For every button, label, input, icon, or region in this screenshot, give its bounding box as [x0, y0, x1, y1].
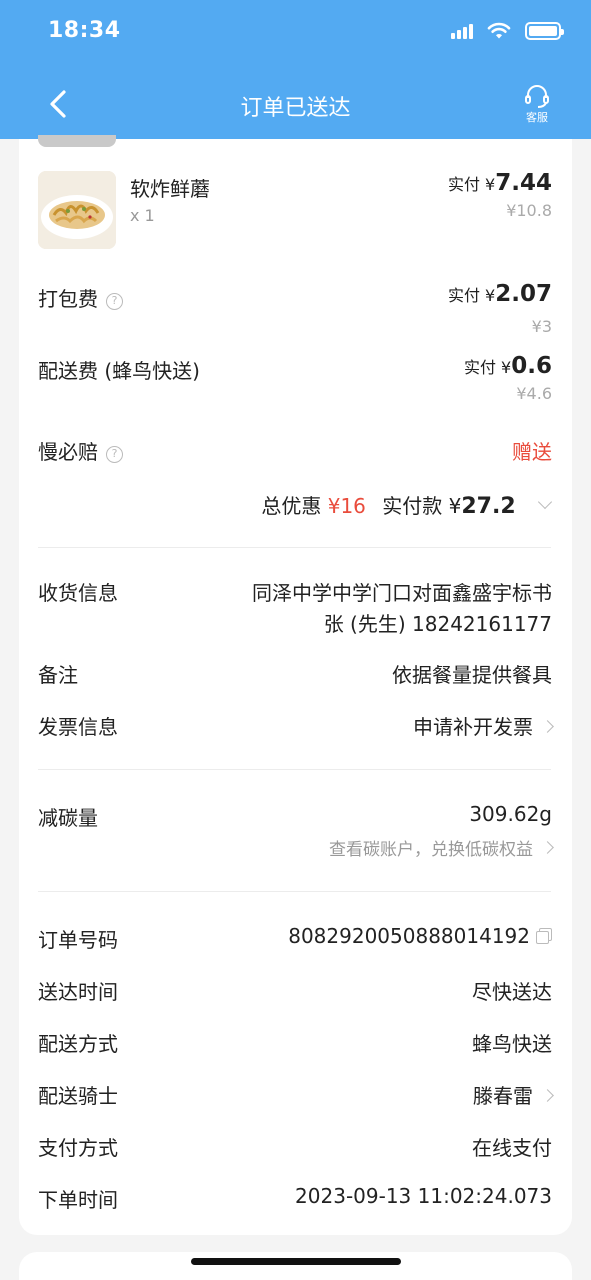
status-time: 18:34	[48, 18, 121, 43]
guarantee-label: 慢必赔?	[38, 436, 123, 465]
packing-fee-text: 打包费	[38, 287, 98, 311]
guarantee-value: 赠送	[512, 440, 552, 464]
customer-service-label: 客服	[526, 111, 548, 124]
item-paid: 实付 ¥7.44	[448, 170, 552, 196]
carbon-value: 309.62g	[469, 802, 552, 826]
carbon-link-text: 查看碳账户，兑换低碳权益	[329, 840, 533, 860]
divider	[38, 547, 551, 548]
help-icon[interactable]: ?	[106, 446, 123, 463]
signal-icon	[451, 23, 473, 39]
note-label: 备注	[38, 663, 78, 687]
order-number-label: 订单号码	[38, 928, 118, 952]
address-label: 收货信息	[38, 581, 118, 605]
copy-icon[interactable]	[536, 928, 552, 944]
address-line1: 同泽中学中学门口对面鑫盛宇标书	[252, 581, 552, 605]
delivery-time-label: 送达时间	[38, 980, 118, 1004]
order-time-label: 下单时间	[38, 1188, 118, 1212]
customer-service-button[interactable]: 客服	[517, 83, 557, 125]
item-thumbnail[interactable]	[38, 171, 116, 249]
order-summary[interactable]: 总优惠 ¥16 实付款 ¥27.2	[261, 490, 553, 519]
chevron-right-icon	[541, 720, 554, 733]
item-original-price: ¥10.8	[506, 201, 552, 220]
delivery-fee-paid-label: 实付 ¥	[463, 358, 512, 377]
discount-value: ¥16	[327, 494, 366, 518]
guarantee-text: 慢必赔	[38, 440, 98, 464]
chevron-right-icon	[541, 1089, 554, 1102]
packing-fee-label: 打包费?	[38, 283, 123, 312]
delivery-fee-paid: 实付 ¥0.6	[464, 353, 552, 379]
fried-mushroom-image	[38, 171, 116, 249]
packing-fee-paid-amount: 2.07	[495, 281, 552, 307]
delivery-fee-paid-amount: 0.6	[511, 353, 552, 379]
previous-item-thumbnail	[38, 135, 116, 147]
battery-icon	[525, 22, 564, 40]
headset-icon	[525, 85, 549, 108]
delivery-time-value: 尽快送达	[472, 980, 552, 1004]
total-paid-value: 27.2	[461, 494, 516, 519]
next-card	[19, 1252, 572, 1280]
carbon-account-link[interactable]: 查看碳账户，兑换低碳权益	[329, 835, 554, 860]
order-number-value: 8082920050888014192	[288, 924, 530, 948]
payment-method-label: 支付方式	[38, 1136, 118, 1160]
packing-fee-original: ¥3	[531, 317, 552, 336]
rider-value: 滕春雷	[473, 1084, 533, 1108]
wifi-icon	[487, 22, 511, 39]
delivery-fee-original: ¥4.6	[516, 384, 552, 403]
order-detail-card: 软炸鲜蘑 x 1 实付 ¥7.44 ¥10.8 打包费? 实付 ¥2.07 ¥3…	[19, 135, 572, 1235]
divider	[38, 769, 551, 770]
help-icon[interactable]: ?	[106, 293, 123, 310]
item-paid-amount: 7.44	[495, 170, 552, 196]
delivery-fee-label: 配送费 (蜂鸟快送)	[38, 359, 200, 383]
delivery-method-value: 蜂鸟快送	[472, 1032, 552, 1056]
rider-label: 配送骑士	[38, 1084, 118, 1108]
page-title: 订单已送达	[240, 96, 351, 121]
chevron-down-icon	[537, 494, 553, 510]
header-bar: 18:34 订单已送达 客服	[0, 0, 591, 139]
packing-fee-paid-label: 实付 ¥	[447, 286, 496, 305]
invoice-label: 发票信息	[38, 715, 118, 739]
delivery-method-label: 配送方式	[38, 1032, 118, 1056]
chevron-right-icon	[541, 841, 554, 854]
order-number[interactable]: 8082920050888014192	[288, 924, 552, 948]
item-paid-label: 实付 ¥	[447, 175, 496, 194]
item-name: 软炸鲜蘑	[130, 177, 210, 201]
status-icons	[451, 22, 564, 40]
invoice-link[interactable]: 申请补开发票	[413, 711, 554, 740]
divider	[38, 891, 551, 892]
carbon-label: 减碳量	[38, 806, 98, 830]
invoice-value: 申请补开发票	[413, 715, 533, 739]
rider-link[interactable]: 滕春雷	[473, 1080, 554, 1109]
address-line2: 张 (先生) 18242161177	[323, 612, 552, 636]
note-value: 依据餐量提供餐具	[392, 663, 552, 687]
total-paid-label: 实付款 ¥	[382, 494, 462, 518]
discount-label: 总优惠	[261, 494, 322, 518]
item-quantity: x 1	[130, 206, 155, 225]
packing-fee-paid: 实付 ¥2.07	[448, 281, 552, 307]
payment-method-value: 在线支付	[472, 1136, 552, 1160]
home-indicator[interactable]	[191, 1258, 401, 1265]
order-time-value: 2023-09-13 11:02:24.073	[295, 1184, 552, 1208]
